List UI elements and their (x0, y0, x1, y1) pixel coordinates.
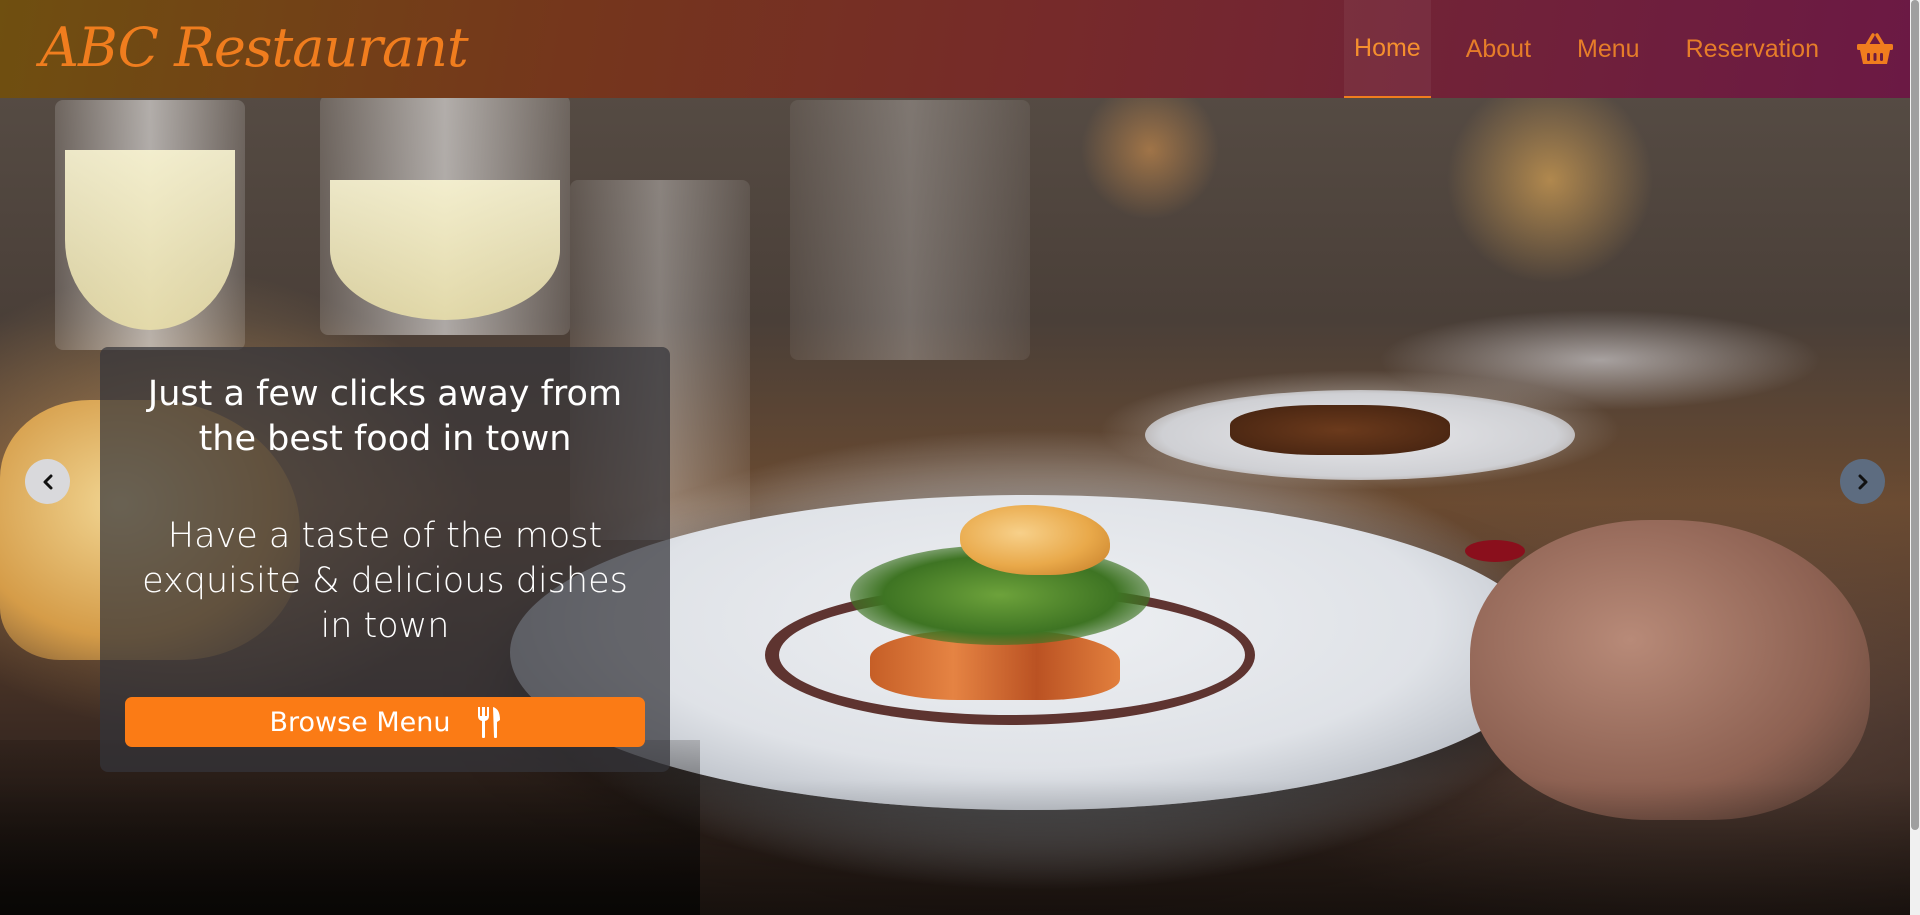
utensils-icon (477, 707, 500, 738)
nav-links: Home About Menu Reservation (1344, 0, 1910, 98)
brand-logo[interactable]: ABC Restaurant (40, 8, 469, 88)
chevron-left-icon (43, 474, 52, 489)
nail-decoration (1465, 540, 1525, 562)
carousel-prev-button[interactable] (25, 459, 70, 504)
page-scrollbar[interactable] (1910, 0, 1920, 915)
nav-item-label: Reservation (1685, 34, 1819, 63)
nav-item-label: About (1465, 34, 1532, 63)
browse-menu-label: Browse Menu (269, 706, 451, 738)
shopping-basket-icon (1857, 33, 1893, 64)
nav-item-menu[interactable]: Menu (1554, 0, 1663, 98)
wine-decoration (330, 180, 560, 320)
nav-item-reservation[interactable]: Reservation (1663, 0, 1842, 98)
nav-item-label: Home (1354, 33, 1421, 62)
hero-heading: Just a few clicks away from the best foo… (147, 374, 623, 459)
nav-item-label: Menu (1577, 34, 1640, 63)
hero-subheading: Have a taste of the most exquisite & del… (142, 516, 628, 646)
nav-item-home[interactable]: Home (1344, 0, 1431, 98)
browse-menu-button[interactable]: Browse Menu (125, 697, 645, 747)
shadow-decoration (0, 780, 1910, 915)
back-food-decoration (1230, 405, 1450, 455)
navbar: ABC Restaurant Home About Menu Reservati… (0, 0, 1910, 98)
glass-decoration (790, 100, 1030, 360)
wine-decoration (65, 150, 235, 330)
scrollbar-thumb[interactable] (1911, 0, 1919, 830)
nav-item-about[interactable]: About (1443, 0, 1554, 98)
hero-caption-card: Just a few clicks away from the best foo… (100, 347, 670, 772)
chevron-right-icon (1858, 474, 1867, 489)
carousel-next-button[interactable] (1840, 459, 1885, 504)
hand-decoration (1470, 520, 1870, 820)
cart-button[interactable] (1842, 0, 1910, 98)
